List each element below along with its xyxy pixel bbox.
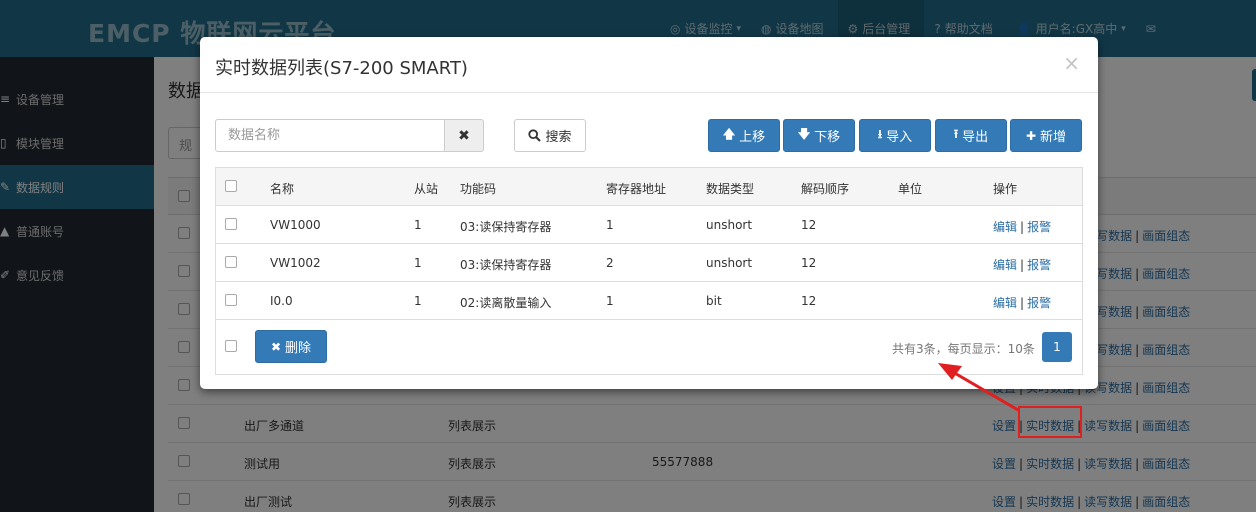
col-header-function: 功能码 xyxy=(460,182,497,196)
edit-link[interactable]: 编辑 xyxy=(993,296,1017,310)
cell-actions: 编辑 | 报警 xyxy=(993,256,1051,273)
cell-name: I0.0 xyxy=(270,294,293,308)
realtime-data-modal: 实时数据列表(S7-200 SMART) × ✖ 搜索 🡅 上移 🡇 下移 ⭳ … xyxy=(200,37,1098,389)
page-button-1[interactable]: 1 xyxy=(1042,332,1072,362)
delete-label: 删除 xyxy=(285,341,312,356)
modal-title: 实时数据列表(S7-200 SMART) xyxy=(215,58,468,79)
import-icon: ⭳ xyxy=(877,127,883,141)
delete-icon: ✖ xyxy=(270,339,282,354)
move-down-button[interactable]: 🡇 下移 xyxy=(783,119,855,152)
cell-address: 1 xyxy=(606,294,614,308)
footer-select-checkbox[interactable] xyxy=(225,340,237,352)
table-row: VW1002 1 03:读保持寄存器 2 unshort 12 编辑 | 报警 xyxy=(216,244,1082,282)
col-header-decode: 解码顺序 xyxy=(801,182,850,196)
select-all-checkbox[interactable] xyxy=(225,180,237,192)
export-button[interactable]: ⭱ 导出 xyxy=(935,119,1007,152)
row-checkbox[interactable] xyxy=(225,294,237,306)
search-button-label: 搜索 xyxy=(545,130,572,145)
move-down-label: 下移 xyxy=(814,130,841,145)
import-label: 导入 xyxy=(886,130,913,145)
table-row: VW1000 1 03:读保持寄存器 1 unshort 12 编辑 | 报警 xyxy=(216,206,1082,244)
separator: | xyxy=(1020,296,1025,310)
cell-datatype: unshort xyxy=(706,256,753,270)
edit-link[interactable]: 编辑 xyxy=(993,258,1017,272)
alarm-link[interactable]: 报警 xyxy=(1027,258,1051,272)
cell-station: 1 xyxy=(414,256,422,270)
cell-name: VW1000 xyxy=(270,218,321,232)
arrow-down-icon: 🡇 xyxy=(797,127,811,141)
cell-actions: 编辑 | 报警 xyxy=(993,294,1051,311)
separator: | xyxy=(1020,220,1025,234)
export-icon: ⭱ xyxy=(953,127,959,141)
move-up-button[interactable]: 🡅 上移 xyxy=(708,119,780,152)
cell-address: 1 xyxy=(606,218,614,232)
separator: | xyxy=(1020,258,1025,272)
cell-actions: 编辑 | 报警 xyxy=(993,218,1051,235)
cell-name: VW1002 xyxy=(270,256,321,270)
col-header-datatype: 数据类型 xyxy=(706,182,755,196)
close-icon[interactable]: × xyxy=(1063,51,1080,75)
row-checkbox[interactable] xyxy=(225,256,237,268)
highlight-box xyxy=(1018,406,1082,438)
arrow-up-icon: 🡅 xyxy=(722,127,736,141)
cell-function: 03:读保持寄存器 xyxy=(460,220,552,234)
cell-datatype: bit xyxy=(706,294,722,308)
data-table: 名称 从站 功能码 寄存器地址 数据类型 解码顺序 单位 操作 VW1000 1 0… xyxy=(215,167,1083,375)
cell-datatype: unshort xyxy=(706,218,753,232)
cell-address: 2 xyxy=(606,256,614,270)
row-checkbox[interactable] xyxy=(225,218,237,230)
col-header-unit: 单位 xyxy=(898,182,923,196)
clear-search-button[interactable]: ✖ xyxy=(444,119,484,152)
col-header-name: 名称 xyxy=(270,182,295,196)
plus-icon: ✚ xyxy=(1025,128,1037,143)
cell-decode: 12 xyxy=(801,256,817,270)
edit-link[interactable]: 编辑 xyxy=(993,220,1017,234)
pagination-info: 共有3条，每页显示：10条 xyxy=(892,342,1035,356)
alarm-link[interactable]: 报警 xyxy=(1027,220,1051,234)
clear-icon: ✖ xyxy=(458,127,470,144)
move-up-label: 上移 xyxy=(739,130,766,145)
add-label: 新增 xyxy=(1040,130,1067,145)
data-name-search-input[interactable] xyxy=(215,119,445,152)
cell-decode: 12 xyxy=(801,294,817,308)
col-header-station: 从站 xyxy=(414,182,439,196)
cell-station: 1 xyxy=(414,218,422,232)
delete-button[interactable]: ✖ 删除 xyxy=(255,330,327,363)
search-button[interactable]: 搜索 xyxy=(514,119,586,152)
alarm-link[interactable]: 报警 xyxy=(1027,296,1051,310)
add-button[interactable]: ✚ 新增 xyxy=(1010,119,1082,152)
table-header-row: 名称 从站 功能码 寄存器地址 数据类型 解码顺序 单位 操作 xyxy=(216,168,1082,206)
table-footer: ✖ 删除 共有3条，每页显示：10条 1 xyxy=(216,320,1082,374)
import-button[interactable]: ⭳ 导入 xyxy=(859,119,931,152)
cell-decode: 12 xyxy=(801,218,817,232)
search-icon xyxy=(528,129,542,142)
col-header-address: 寄存器地址 xyxy=(606,182,667,196)
cell-station: 1 xyxy=(414,294,422,308)
table-row: I0.0 1 02:读离散量输入 1 bit 12 编辑 | 报警 xyxy=(216,282,1082,320)
cell-function: 02:读离散量输入 xyxy=(460,296,552,310)
modal-header: 实时数据列表(S7-200 SMART) × xyxy=(200,37,1098,93)
export-label: 导出 xyxy=(962,130,989,145)
cell-function: 03:读保持寄存器 xyxy=(460,258,552,272)
col-header-action: 操作 xyxy=(993,182,1018,196)
